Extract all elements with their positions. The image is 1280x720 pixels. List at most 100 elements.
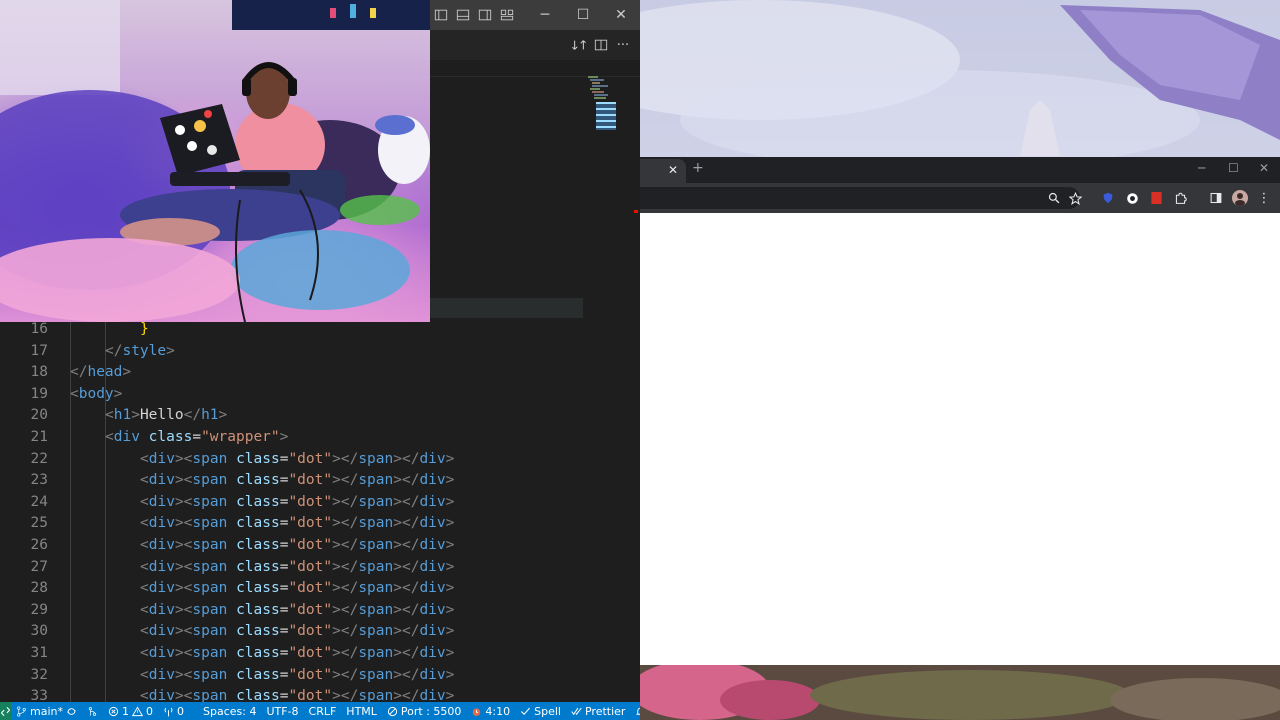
address-bar[interactable]	[640, 187, 1080, 209]
code-token: >	[445, 472, 455, 489]
close-button[interactable]: ✕	[602, 0, 640, 30]
remote-indicator[interactable]	[0, 702, 11, 720]
live-server-status[interactable]: Port : 5500	[382, 702, 467, 720]
browser-close-button[interactable]: ✕	[1259, 161, 1269, 175]
code-token: "dot"	[288, 623, 333, 640]
more-actions-icon[interactable]: ···	[612, 30, 634, 60]
code-line[interactable]: 30 <div><span class="dot"></span></div>	[0, 621, 640, 643]
code-token: ><	[174, 472, 193, 489]
code-token: >	[113, 385, 123, 402]
encoding-status[interactable]: UTF-8	[261, 702, 303, 720]
branch-name: main*	[30, 704, 63, 718]
code-token: ></	[393, 537, 420, 553]
code-token: <	[140, 472, 149, 489]
toggle-primary-sidebar-icon[interactable]	[430, 0, 452, 30]
error-icon	[108, 706, 119, 716]
side-panel-icon[interactable]	[1208, 190, 1224, 206]
code-line[interactable]: 29 <div><span class="dot"></span></div>	[0, 600, 640, 622]
no-entry-icon	[387, 706, 398, 716]
code-text: <div><span class="dot"></span></div>	[140, 643, 454, 665]
code-line[interactable]: 22 <div><span class="dot"></span></div>	[0, 449, 640, 471]
code-line[interactable]: 17 </style>	[0, 341, 640, 363]
problems-status[interactable]: 1 0	[103, 702, 158, 720]
prettier-status[interactable]: Prettier	[566, 702, 630, 720]
vscode-title-bar: ─ ☐ ✕	[430, 0, 640, 30]
puzzle-extensions-icon[interactable]	[1172, 190, 1188, 206]
code-line[interactable]: 25 <div><span class="dot"></span></div>	[0, 513, 640, 535]
encoding-label: UTF-8	[266, 704, 299, 718]
eol-status[interactable]: CRLF	[304, 702, 342, 720]
code-line[interactable]: 18 </head>	[0, 362, 640, 384]
code-token: span	[358, 580, 394, 597]
code-line[interactable]: 31 <div><span class="dot"></span></div>	[0, 643, 640, 665]
code-token: >	[445, 580, 455, 597]
code-text: </head>	[70, 362, 131, 384]
ports-count: 0	[176, 704, 184, 718]
toggle-panel-icon[interactable]	[452, 0, 474, 30]
minimap[interactable]	[586, 76, 626, 156]
toggle-secondary-sidebar-icon[interactable]	[474, 0, 496, 30]
code-line[interactable]: 23 <div><span class="dot"></span></div>	[0, 470, 640, 492]
branch-status[interactable]: main*	[11, 702, 82, 720]
shield-extension-icon[interactable]	[1100, 190, 1116, 206]
code-token: ></	[393, 493, 420, 510]
code-token: ></	[332, 558, 359, 575]
code-token: div	[148, 537, 175, 553]
close-tab-icon[interactable]: ✕	[668, 163, 678, 177]
code-line[interactable]: 27 <div><span class="dot"></span></div>	[0, 557, 640, 579]
warning-icon	[131, 705, 143, 716]
indentation-status[interactable]: Spaces: 4	[189, 702, 261, 720]
new-tab-button[interactable]: +	[692, 160, 704, 176]
customize-layout-icon[interactable]	[496, 0, 518, 30]
code-line[interactable]: 16}	[0, 319, 640, 341]
split-editor-icon[interactable]	[590, 30, 612, 60]
line-number: 28	[30, 580, 48, 597]
extension-icon[interactable]	[1124, 190, 1140, 206]
source-control-status[interactable]	[82, 702, 103, 720]
code-line[interactable]: 20 <h1>Hello</h1>	[0, 405, 640, 427]
code-token: >	[445, 666, 455, 683]
kebab-menu-icon[interactable]: ⋮	[1256, 190, 1272, 206]
code-line[interactable]: 26 <div><span class="dot"></span></div>	[0, 535, 640, 557]
code-token: span	[358, 450, 394, 467]
code-token: ></	[393, 666, 420, 683]
open-changes-icon[interactable]	[568, 30, 590, 60]
code-token: div	[419, 515, 446, 532]
code-token: <	[140, 558, 149, 575]
browser-maximize-button[interactable]: ☐	[1228, 161, 1239, 175]
code-line[interactable]: 32 <div><span class="dot"></span></div>	[0, 665, 640, 687]
code-token: >	[279, 429, 289, 445]
bookmark-star-icon[interactable]	[1067, 190, 1083, 206]
antenna-icon	[164, 707, 173, 716]
code-editor[interactable]: 16} 17 </style> 18 </head> 19 <body> 20 <h1>Hell…	[0, 319, 640, 705]
code-token: <	[140, 645, 149, 661]
code-token: >	[445, 450, 455, 467]
browser-minimize-button[interactable]: ─	[1198, 161, 1205, 175]
line-number: 16	[30, 321, 48, 337]
code-token: ><	[174, 623, 193, 640]
spell-status[interactable]: Spell	[515, 702, 566, 720]
code-token: span	[192, 558, 228, 575]
code-token: div	[148, 515, 175, 532]
zoom-icon[interactable]	[1046, 190, 1062, 206]
code-token: class	[236, 623, 280, 640]
code-line[interactable]: 21 <div class="wrapper">	[0, 427, 640, 449]
timer-status[interactable]: 4:10	[466, 702, 515, 720]
profile-avatar[interactable]	[1232, 190, 1248, 206]
code-line[interactable]: 24 <div><span class="dot"></span></div>	[0, 492, 640, 514]
browser-tab[interactable]: ✕	[640, 159, 686, 183]
code-token: >	[445, 493, 455, 510]
code-line[interactable]: 19 <body>	[0, 384, 640, 406]
language-status[interactable]: HTML	[341, 702, 382, 720]
minimize-button[interactable]: ─	[526, 0, 564, 30]
browser-page-content[interactable]	[640, 214, 1280, 665]
code-line[interactable]: 28 <div><span class="dot"></span></div>	[0, 578, 640, 600]
ports-status[interactable]: 0	[158, 702, 189, 720]
maximize-button[interactable]: ☐	[564, 0, 602, 30]
code-token: div	[148, 580, 175, 597]
code-token: ><	[174, 515, 193, 532]
code-token: div	[419, 666, 446, 683]
red-extension-icon[interactable]	[1148, 190, 1164, 206]
code-token: >	[166, 342, 175, 359]
